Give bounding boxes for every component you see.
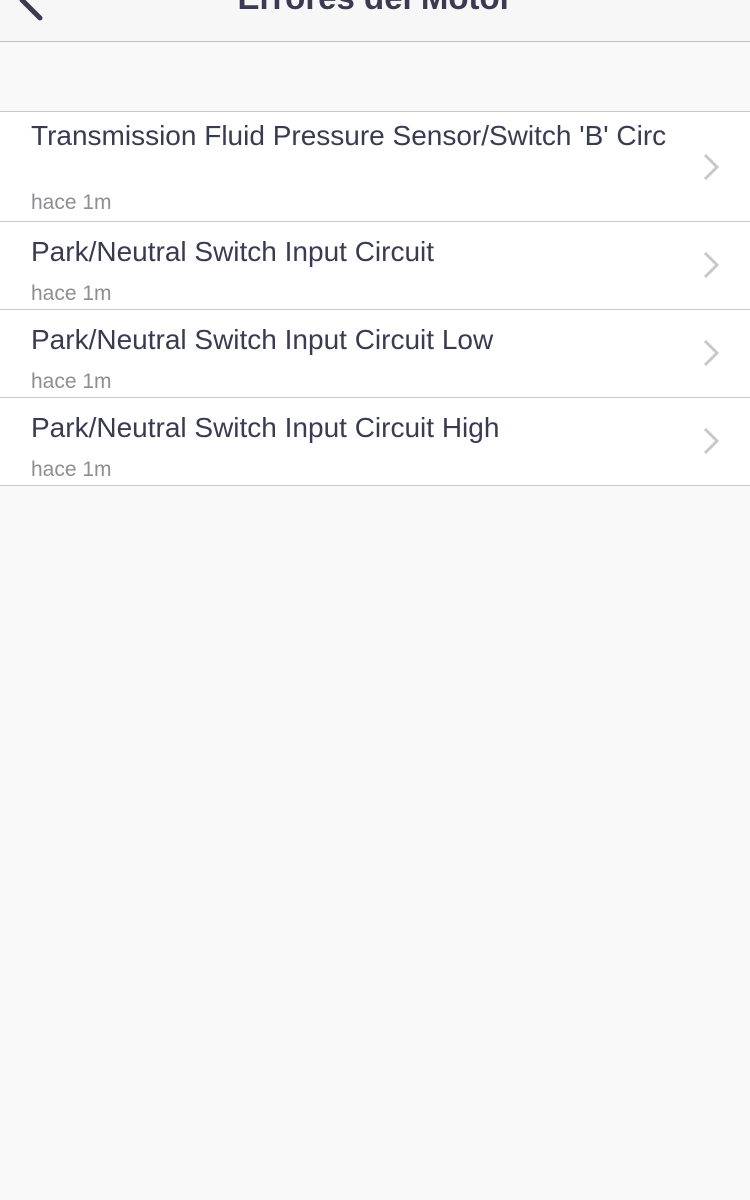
page-title: Errores del Motor bbox=[0, 0, 750, 18]
error-list: Transmission Fluid Pressure Sensor/Switc… bbox=[0, 111, 750, 486]
error-title: Park/Neutral Switch Input Circuit Low bbox=[31, 324, 494, 355]
error-time: hace 1m bbox=[31, 191, 112, 214]
error-time: hace 1m bbox=[31, 370, 112, 393]
error-time: hace 1m bbox=[31, 458, 112, 481]
chevron-right-icon bbox=[703, 153, 720, 181]
error-time: hace 1m bbox=[31, 282, 112, 305]
chevron-right-icon bbox=[703, 339, 720, 367]
chevron-right-icon bbox=[703, 427, 720, 455]
list-item[interactable]: Park/Neutral Switch Input Circuit High h… bbox=[0, 397, 750, 485]
error-title: Park/Neutral Switch Input Circuit High bbox=[31, 412, 500, 443]
error-title: Park/Neutral Switch Input Circuit bbox=[31, 236, 435, 267]
section-spacer bbox=[0, 42, 750, 111]
navigation-bar: Errores del Motor bbox=[0, 0, 750, 42]
error-title: Transmission Fluid Pressure Sensor/Switc… bbox=[31, 120, 667, 151]
list-item[interactable]: Park/Neutral Switch Input Circuit hace 1… bbox=[0, 221, 750, 309]
chevron-right-icon bbox=[703, 251, 720, 279]
list-item[interactable]: Transmission Fluid Pressure Sensor/Switc… bbox=[0, 112, 750, 221]
list-item[interactable]: Park/Neutral Switch Input Circuit Low ha… bbox=[0, 309, 750, 397]
